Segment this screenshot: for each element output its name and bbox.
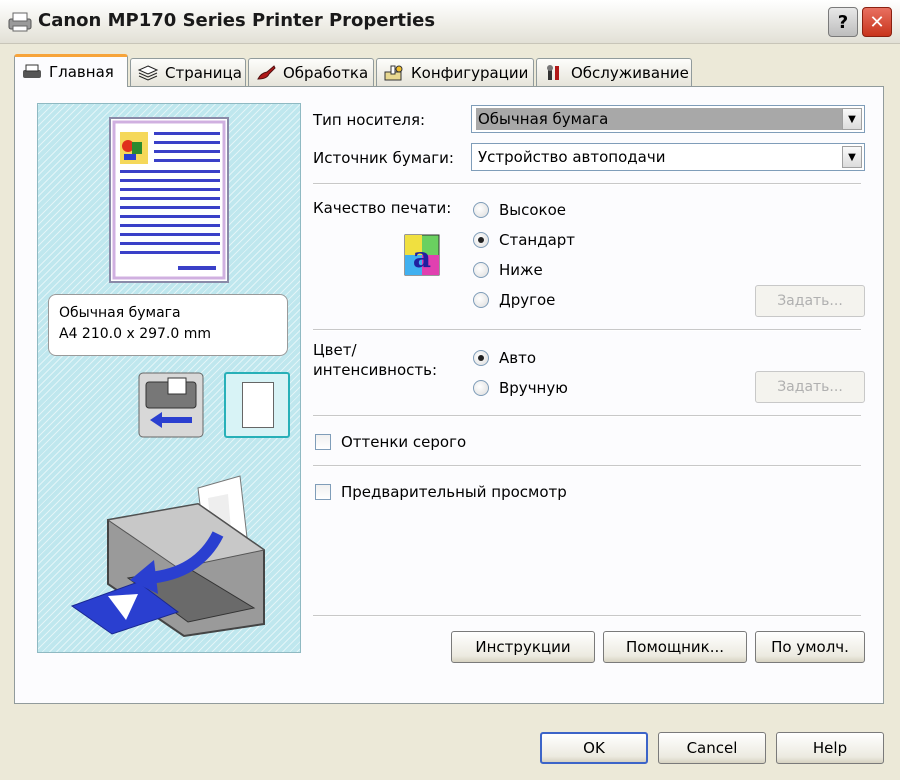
ok-button[interactable]: OK	[540, 732, 648, 764]
radio-label: Ниже	[499, 261, 543, 279]
radio-label: Стандарт	[499, 231, 576, 249]
printer-icon	[8, 12, 32, 32]
tab-label: Конфигурации	[411, 63, 529, 82]
quality-other-radio[interactable]: Другое	[473, 291, 555, 309]
color-set-button[interactable]: Задать...	[755, 371, 865, 403]
svg-text:a: a	[413, 241, 431, 274]
paper-source-select[interactable]: Устройство автоподачи ▼	[471, 143, 865, 171]
tab-label: Обслуживание	[571, 63, 689, 82]
help-icon: ?	[837, 11, 849, 33]
close-icon: ✕	[869, 11, 885, 33]
tab-main[interactable]: Главная	[14, 54, 128, 87]
defaults-button[interactable]: По умолч.	[755, 631, 865, 663]
tab-config[interactable]: Конфигурации	[376, 58, 534, 86]
radio-indicator	[473, 350, 489, 366]
paper-source-label: Источник бумаги:	[313, 149, 454, 167]
media-info-text: Обычная бумага	[59, 305, 181, 321]
instructions-button[interactable]: Инструкции	[451, 631, 595, 663]
print-quality-label: Качество печати:	[313, 199, 452, 217]
title-bar: Canon MP170 Series Printer Properties ? …	[0, 0, 900, 44]
paper-size-text: A4 210.0 x 297.0 mm	[59, 326, 212, 342]
cancel-button[interactable]: Cancel	[658, 732, 766, 764]
color-label-line2: интенсивность:	[313, 361, 438, 379]
print-preview-area: Обычная бумага A4 210.0 x 297.0 mm	[37, 103, 301, 653]
checkbox-box	[315, 484, 331, 500]
separator	[313, 329, 861, 331]
paper-info-box: Обычная бумага A4 210.0 x 297.0 mm	[48, 294, 288, 356]
orientation-icon	[224, 372, 290, 438]
media-type-select[interactable]: Обычная бумага ▼	[471, 105, 865, 133]
chevron-down-icon: ▼	[842, 146, 862, 168]
printer-illustration	[70, 475, 266, 638]
paper-feed-icon	[138, 372, 204, 438]
printer-stack-icon	[23, 64, 41, 78]
tab-processing[interactable]: Обработка	[248, 58, 374, 86]
radio-label: Вручную	[499, 379, 568, 397]
separator	[313, 465, 861, 467]
page-thumbnail	[109, 117, 229, 283]
title-help-button[interactable]: ?	[828, 7, 858, 37]
radio-label: Высокое	[499, 201, 567, 219]
quality-set-button[interactable]: Задать...	[755, 285, 865, 317]
color-label-line1: Цвет/	[313, 341, 357, 359]
media-type-label: Тип носителя:	[313, 111, 426, 129]
tab-label: Страница	[165, 63, 242, 82]
color-manual-radio[interactable]: Вручную	[473, 379, 568, 397]
title-close-button[interactable]: ✕	[862, 7, 892, 37]
assistant-button[interactable]: Помощник...	[603, 631, 747, 663]
quality-low-radio[interactable]: Ниже	[473, 261, 543, 279]
brush-icon	[257, 64, 276, 80]
checkbox-label: Предварительный просмотр	[341, 483, 567, 501]
radio-label: Другое	[499, 291, 556, 309]
radio-indicator	[473, 380, 489, 396]
chevron-down-icon: ▼	[842, 108, 862, 130]
quality-icon: a	[404, 234, 440, 276]
radio-indicator	[473, 292, 489, 308]
radio-indicator	[473, 232, 489, 248]
tools-icon	[547, 64, 559, 80]
grayscale-checkbox[interactable]: Оттенки серого	[315, 433, 466, 451]
radio-label: Авто	[499, 349, 537, 367]
separator	[313, 183, 861, 185]
quality-standard-radio[interactable]: Стандарт	[473, 231, 575, 249]
config-icon	[384, 65, 403, 80]
tab-label: Обработка	[283, 63, 369, 82]
tab-label: Главная	[49, 63, 114, 81]
layers-icon	[137, 64, 159, 81]
radio-indicator	[473, 262, 489, 278]
quality-high-radio[interactable]: Высокое	[473, 201, 566, 219]
tab-page[interactable]: Страница	[130, 58, 246, 86]
media-type-value: Обычная бумага	[476, 108, 842, 130]
paper-source-value: Устройство автоподачи	[478, 148, 666, 166]
tab-maintenance[interactable]: Обслуживание	[536, 58, 692, 86]
checkbox-label: Оттенки серого	[341, 433, 467, 451]
separator	[313, 415, 861, 417]
checkbox-box	[315, 434, 331, 450]
radio-indicator	[473, 202, 489, 218]
preview-checkbox[interactable]: Предварительный просмотр	[315, 483, 567, 501]
help-button[interactable]: Help	[776, 732, 884, 764]
color-auto-radio[interactable]: Авто	[473, 349, 536, 367]
window-title: Canon MP170 Series Printer Properties	[38, 10, 436, 31]
tab-panel-main: Обычная бумага A4 210.0 x 297.0 mm Тип н…	[14, 86, 884, 704]
separator	[313, 615, 861, 617]
